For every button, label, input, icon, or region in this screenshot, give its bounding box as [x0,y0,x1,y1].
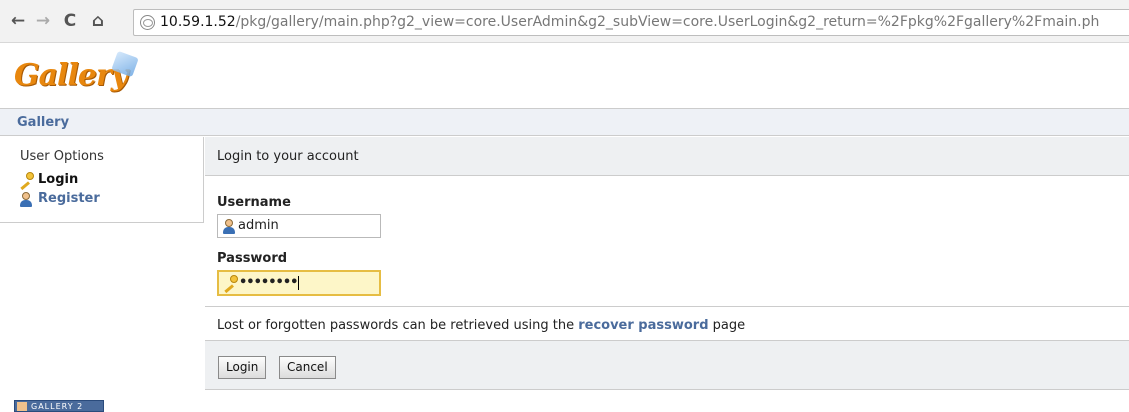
breadcrumb-gallery-link[interactable]: Gallery [17,115,69,130]
password-value: •••••••• [239,275,298,290]
badge-text: GALLERY 2 [31,402,84,411]
sidebar-item-label: Login [38,172,79,187]
password-label: Password [217,251,288,266]
gallery2-badge[interactable]: GALLERY 2 [14,400,104,412]
globe-icon [140,15,155,30]
badge-icon [17,402,27,411]
username-label: Username [217,195,291,210]
url-path: /pkg/gallery/main.php?g2_view=core.UserA… [235,14,1100,30]
browser-toolbar: ← → C ⌂ 10.59.1.52/pkg/gallery/main.php?… [0,0,1129,43]
gallery-logo[interactable]: Gallery [14,50,144,102]
sidebar-title: User Options [20,149,104,164]
recover-password-link[interactable]: recover password [578,318,708,333]
sidebar-item-label: Register [38,191,100,206]
login-button[interactable]: Login [218,356,267,379]
user-icon [221,218,237,234]
password-field[interactable]: •••••••• [217,270,381,296]
key-icon [18,172,34,191]
home-icon[interactable]: ⌂ [88,10,108,32]
page-title: Login to your account [217,149,359,164]
key-icon [222,275,238,294]
recover-text-after: page [708,318,746,333]
sidebar: User Options Login Register [0,137,204,223]
divider [205,306,1129,307]
cancel-button[interactable]: Cancel [279,356,336,379]
back-arrow-icon[interactable]: ← [8,10,28,32]
username-value: admin [238,218,279,233]
logo-text: Gallery [14,58,128,93]
button-bar: Login Cancel [205,340,1129,390]
recover-text-before: Lost or forgotten passwords can be retri… [217,318,579,333]
username-field[interactable]: admin [217,214,381,238]
forward-arrow-icon[interactable]: → [33,10,53,32]
breadcrumb: Gallery [0,109,1129,136]
user-icon [18,191,34,207]
text-caret [298,275,300,290]
address-bar[interactable]: 10.59.1.52/pkg/gallery/main.php?g2_view=… [133,9,1129,36]
recover-password-text: Lost or forgotten passwords can be retri… [217,318,745,333]
panel-header: Login to your account [205,137,1129,176]
reload-icon[interactable]: C [60,10,80,32]
url-host: 10.59.1.52 [160,14,236,30]
